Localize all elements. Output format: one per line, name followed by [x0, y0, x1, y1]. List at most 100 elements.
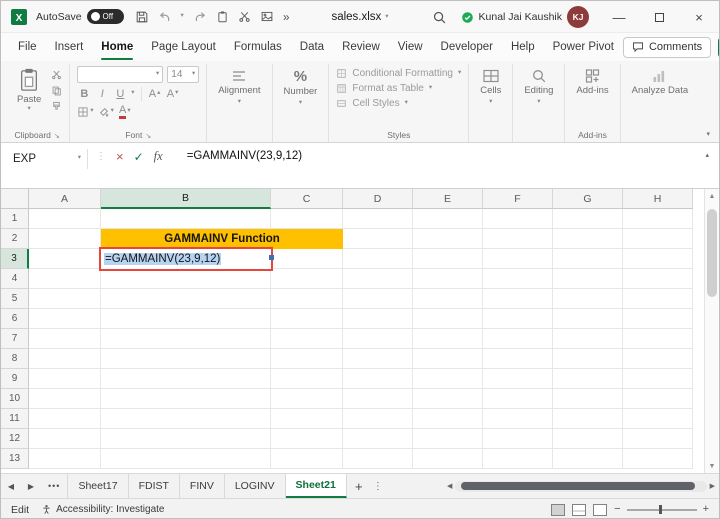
- account-button[interactable]: Kunal Jai Kaushik KJ: [461, 6, 589, 28]
- column-header-H[interactable]: H: [623, 189, 693, 209]
- cell-B8[interactable]: [101, 349, 271, 369]
- copy-button[interactable]: [51, 85, 62, 96]
- cell-H13[interactable]: [623, 449, 693, 469]
- cell-E1[interactable]: [413, 209, 483, 229]
- selection-handle[interactable]: [269, 255, 274, 260]
- cell-C10[interactable]: [271, 389, 343, 409]
- cell-E8[interactable]: [413, 349, 483, 369]
- scroll-up-icon[interactable]: ▲: [705, 189, 719, 203]
- cell-G7[interactable]: [553, 329, 623, 349]
- cell-C1[interactable]: [271, 209, 343, 229]
- cell-F2[interactable]: [483, 229, 553, 249]
- save-button[interactable]: [135, 10, 149, 24]
- clipboard-dialog-launcher-icon[interactable]: ↘: [54, 133, 60, 140]
- row-header-10[interactable]: 10: [1, 389, 29, 409]
- cell-G2[interactable]: [553, 229, 623, 249]
- cell-G10[interactable]: [553, 389, 623, 409]
- number-button[interactable]: % Number ▾: [280, 66, 322, 109]
- column-header-D[interactable]: D: [343, 189, 413, 209]
- cell-A3[interactable]: [29, 249, 101, 269]
- column-header-C[interactable]: C: [271, 189, 343, 209]
- menu-tab-developer[interactable]: Developer: [432, 33, 502, 61]
- name-box[interactable]: EXP ▾: [1, 143, 87, 169]
- menu-tab-file[interactable]: File: [9, 33, 46, 61]
- cell-G11[interactable]: [553, 409, 623, 429]
- cell-B13[interactable]: [101, 449, 271, 469]
- cell-A8[interactable]: [29, 349, 101, 369]
- shrink-font-button[interactable]: A ▾: [166, 86, 180, 101]
- undo-button[interactable]: [158, 10, 172, 24]
- row-header-2[interactable]: 2: [1, 229, 29, 249]
- cell-E7[interactable]: [413, 329, 483, 349]
- cell-A6[interactable]: [29, 309, 101, 329]
- cell-F8[interactable]: [483, 349, 553, 369]
- cell-D2[interactable]: [343, 229, 413, 249]
- underline-dropdown-icon[interactable]: ▾: [131, 90, 134, 97]
- horizontal-scrollbar[interactable]: ◀ ▶: [445, 474, 717, 498]
- cell-B12[interactable]: [101, 429, 271, 449]
- cell-H1[interactable]: [623, 209, 693, 229]
- paste-button[interactable]: Paste ▾: [12, 66, 46, 114]
- insert-function-button[interactable]: fx: [154, 149, 163, 164]
- font-size-select[interactable]: 14 ▾: [167, 66, 200, 83]
- cell-D12[interactable]: [343, 429, 413, 449]
- sheet-tab-finv[interactable]: FINV: [180, 474, 225, 498]
- h-scroll-thumb[interactable]: [461, 482, 695, 490]
- sheet-tab-fdist[interactable]: FDIST: [129, 474, 180, 498]
- zoom-slider[interactable]: [626, 505, 697, 514]
- page-layout-view-button[interactable]: [572, 503, 587, 516]
- cell-D9[interactable]: [343, 369, 413, 389]
- editing-button[interactable]: Editing ▾: [520, 66, 557, 107]
- cell-H2[interactable]: [623, 229, 693, 249]
- cell-D10[interactable]: [343, 389, 413, 409]
- cell-B10[interactable]: [101, 389, 271, 409]
- cell-F5[interactable]: [483, 289, 553, 309]
- h-scroll-right-icon[interactable]: ▶: [710, 482, 715, 490]
- sheet-tab-sheet21[interactable]: Sheet21: [285, 474, 347, 498]
- cell-A10[interactable]: [29, 389, 101, 409]
- cell-C4[interactable]: [271, 269, 343, 289]
- cell-E3[interactable]: [413, 249, 483, 269]
- cell-G8[interactable]: [553, 349, 623, 369]
- sheet-options-button[interactable]: ⋮: [371, 474, 385, 498]
- cell-E6[interactable]: [413, 309, 483, 329]
- row-header-13[interactable]: 13: [1, 449, 29, 469]
- cell-E12[interactable]: [413, 429, 483, 449]
- cell-B9[interactable]: [101, 369, 271, 389]
- cell-G12[interactable]: [553, 429, 623, 449]
- row-header-4[interactable]: 4: [1, 269, 29, 289]
- comments-button[interactable]: Comments: [622, 36, 712, 58]
- autosave-toggle[interactable]: Off: [86, 9, 124, 24]
- cell-C3[interactable]: [271, 249, 343, 269]
- cells-button[interactable]: Cells ▾: [476, 66, 505, 107]
- cell-D4[interactable]: [343, 269, 413, 289]
- cell-H12[interactable]: [623, 429, 693, 449]
- cell-A1[interactable]: [29, 209, 101, 229]
- font-dialog-launcher-icon[interactable]: ↘: [145, 133, 151, 140]
- cell-D8[interactable]: [343, 349, 413, 369]
- alignment-button[interactable]: Alignment ▾: [214, 66, 264, 107]
- cell-B6[interactable]: [101, 309, 271, 329]
- cell-G3[interactable]: [553, 249, 623, 269]
- sheet-nav-right-button[interactable]: ▶: [21, 474, 41, 498]
- cell-F3[interactable]: [483, 249, 553, 269]
- row-header-5[interactable]: 5: [1, 289, 29, 309]
- cell-C5[interactable]: [271, 289, 343, 309]
- add-sheet-button[interactable]: +: [347, 474, 371, 498]
- vertical-scroll-track[interactable]: [705, 203, 719, 459]
- formula-bar-collapse-icon[interactable]: ▴: [705, 151, 709, 159]
- cell-G4[interactable]: [553, 269, 623, 289]
- enter-button[interactable]: ✓: [134, 151, 144, 163]
- cell-A4[interactable]: [29, 269, 101, 289]
- cell-C9[interactable]: [271, 369, 343, 389]
- cell-G6[interactable]: [553, 309, 623, 329]
- collapse-ribbon-button[interactable]: ▾: [706, 130, 710, 138]
- accessibility-status[interactable]: Accessibility: Investigate: [41, 504, 164, 515]
- menu-tab-insert[interactable]: Insert: [46, 33, 93, 61]
- cell-G1[interactable]: [553, 209, 623, 229]
- menu-tab-data[interactable]: Data: [291, 33, 333, 61]
- cell-C13[interactable]: [271, 449, 343, 469]
- close-button[interactable]: ×: [679, 1, 719, 33]
- cell-H3[interactable]: [623, 249, 693, 269]
- formula-grip-icon[interactable]: ⋮: [96, 151, 106, 162]
